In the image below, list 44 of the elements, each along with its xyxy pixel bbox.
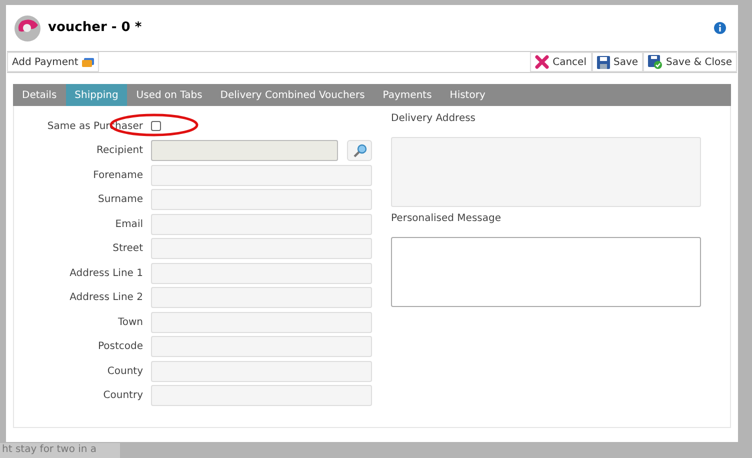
field-label: Address Line 1: [68, 266, 143, 280]
input-field[interactable]: [151, 189, 372, 210]
field-label: Address Line 2: [68, 291, 143, 305]
input-field[interactable]: [151, 360, 372, 382]
field-label: Postcode: [96, 340, 143, 354]
input-field[interactable]: [151, 312, 372, 332]
field-label: Email: [114, 218, 143, 232]
text-area[interactable]: [391, 237, 701, 307]
tab[interactable]: Payments: [374, 84, 441, 106]
tab[interactable]: History: [440, 84, 494, 106]
tab[interactable]: Shipping: [66, 84, 128, 106]
tab[interactable]: Used on Tabs: [127, 84, 212, 106]
input-field[interactable]: [151, 287, 372, 308]
field-label: County: [106, 364, 143, 378]
field-label: Street: [112, 242, 143, 256]
field-label: Delivery Address: [391, 113, 477, 125]
info-icon[interactable]: [714, 22, 726, 34]
input-field[interactable]: [151, 385, 372, 406]
tab[interactable]: Delivery Combined Vouchers: [211, 84, 374, 106]
search-button[interactable]: [347, 140, 372, 161]
field-label: Town: [116, 316, 143, 330]
tab[interactable]: Details: [13, 84, 66, 106]
card-icon: [82, 58, 94, 66]
cross-icon: [534, 55, 549, 69]
toolbar-button[interactable]: Save: [592, 52, 644, 72]
logo-icon: [14, 14, 41, 42]
input-field[interactable]: [151, 214, 372, 234]
checkbox[interactable]: [151, 121, 161, 131]
field-label: Recipient: [96, 144, 143, 158]
field-label: Country: [102, 389, 143, 403]
toolbar-button[interactable]: Add Payment: [7, 52, 100, 72]
field-label: Forename: [92, 168, 143, 182]
input-field[interactable]: [151, 336, 372, 357]
search-icon: [352, 144, 366, 158]
field-label: Personalised Message: [391, 213, 502, 225]
field-label: Surname: [97, 193, 143, 207]
toolbar-button[interactable]: Cancel: [530, 52, 592, 72]
floppy-check-icon: [648, 55, 662, 69]
input-field[interactable]: [151, 262, 372, 284]
background-text: ht stay for two in a: [2, 443, 98, 456]
toolbar-button[interactable]: Save & Close: [643, 52, 737, 72]
window-title: voucher - 0 *: [48, 19, 142, 38]
input-field[interactable]: [151, 238, 372, 259]
input-field[interactable]: [151, 164, 372, 186]
